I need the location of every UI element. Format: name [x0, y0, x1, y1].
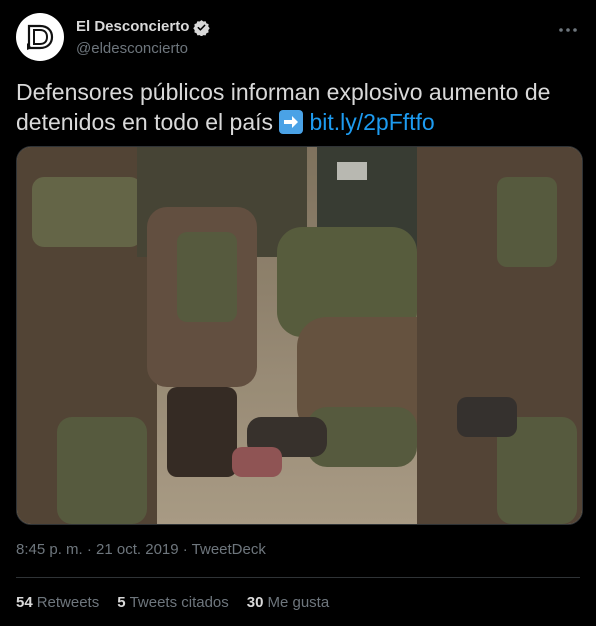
- avatar[interactable]: [16, 13, 64, 61]
- police-detention-photo-icon: [17, 147, 582, 524]
- tweet-header: El Desconcierto @eldesconcierto: [16, 12, 580, 62]
- el-desconcierto-logo-icon: [27, 24, 54, 50]
- quotes-count: 5: [117, 594, 126, 611]
- display-name[interactable]: El Desconcierto: [76, 17, 189, 37]
- tweet-link[interactable]: bit.ly/2pFftfo: [309, 109, 434, 135]
- more-options-icon[interactable]: [556, 18, 580, 42]
- tweet-timestamp[interactable]: 8:45 p. m. · 21 oct. 2019 · TweetDeck: [16, 541, 266, 558]
- handle[interactable]: @eldesconcierto: [76, 39, 210, 59]
- retweets-stat[interactable]: 54 Retweets: [16, 594, 99, 611]
- quotes-label: Tweets citados: [129, 594, 229, 611]
- likes-stat[interactable]: 30 Me gusta: [247, 594, 329, 611]
- divider: [16, 577, 580, 578]
- retweets-label: Retweets: [36, 594, 100, 611]
- right-arrow-emoji-icon: [279, 110, 304, 134]
- tweet-text-line-2: detenidos en todo el país: [16, 109, 274, 135]
- tweet-text-line-1: Defensores públicos informan explosivo a…: [16, 79, 551, 105]
- tweet-stats: 54 Retweets 5 Tweets citados 30 Me gusta: [16, 594, 329, 611]
- tweet-text: Defensores públicos informan explosivo a…: [16, 77, 582, 137]
- likes-count: 30: [246, 594, 264, 611]
- likes-label: Me gusta: [267, 594, 330, 611]
- verified-badge-icon: [193, 19, 211, 36]
- retweets-count: 54: [16, 594, 33, 611]
- display-name-row[interactable]: El Desconcierto: [76, 17, 211, 37]
- quote-tweets-stat[interactable]: 5 Tweets citados: [117, 594, 229, 611]
- tweet-photo[interactable]: [16, 146, 583, 525]
